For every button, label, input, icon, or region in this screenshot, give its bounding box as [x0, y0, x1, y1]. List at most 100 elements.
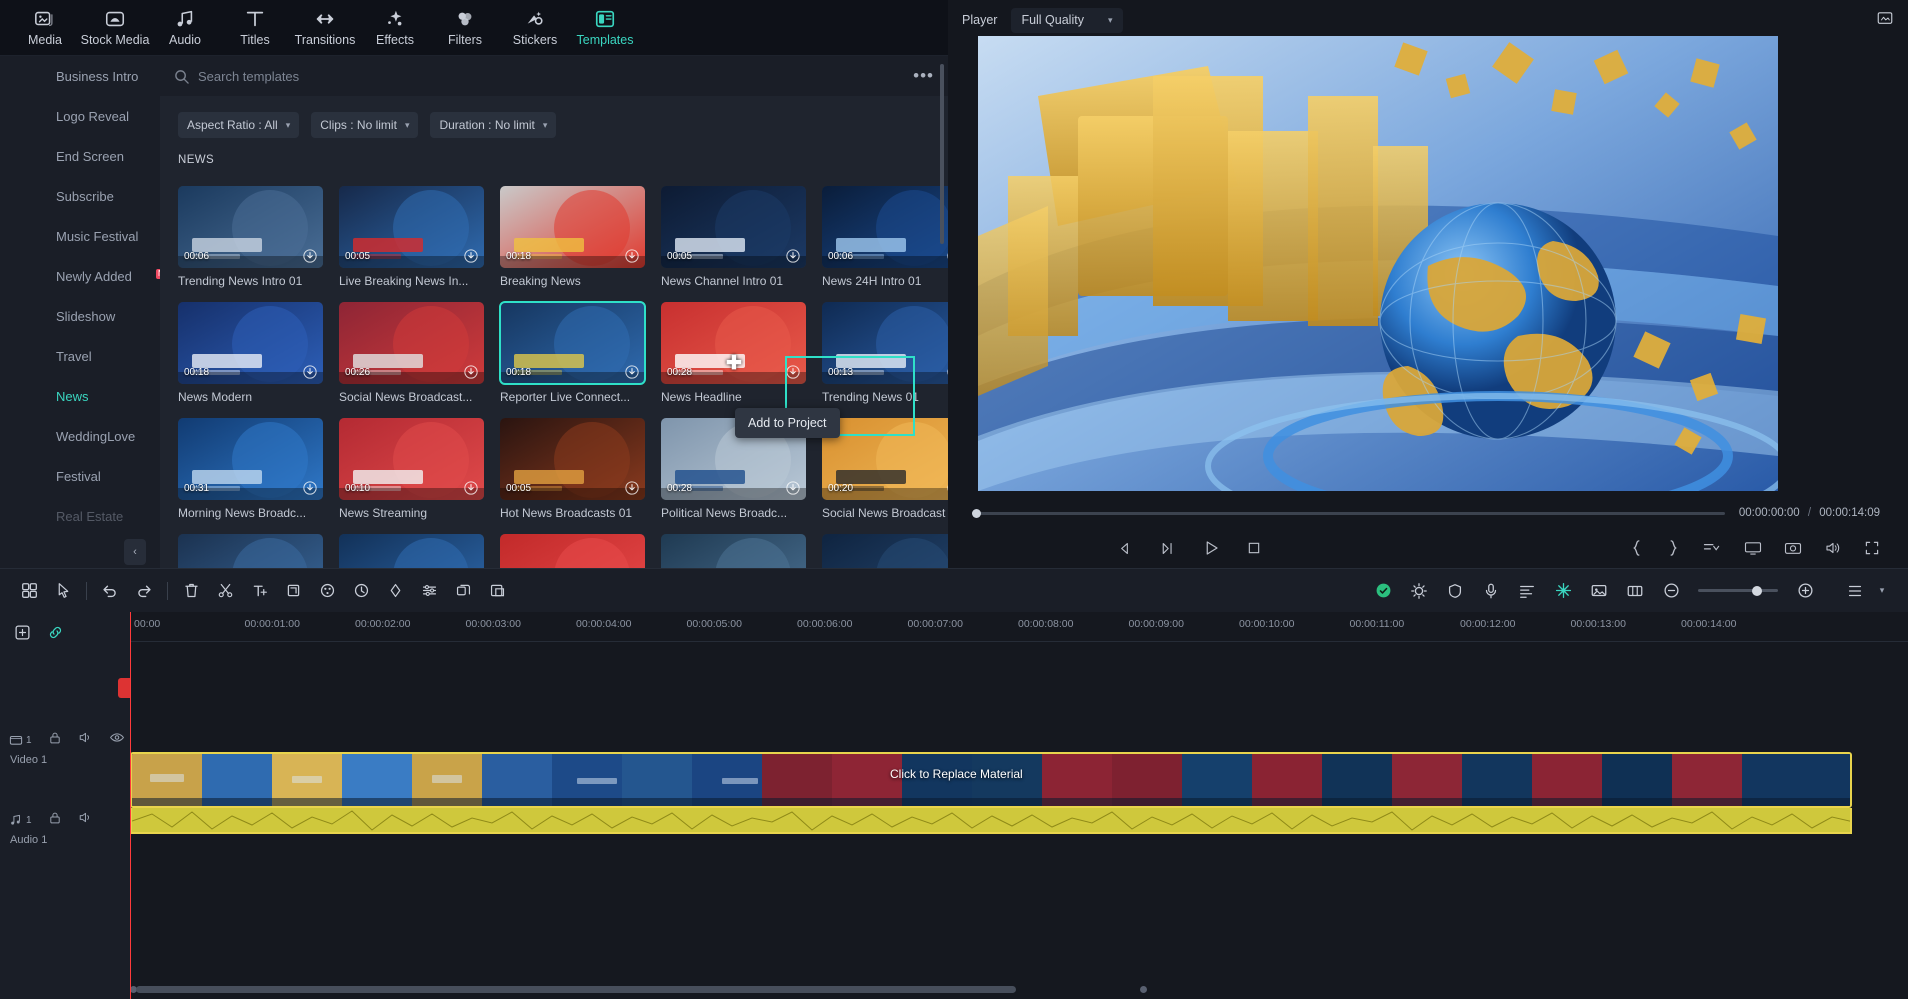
sidebar-item-travel[interactable]: Travel	[0, 336, 160, 376]
download-icon[interactable]	[303, 481, 317, 495]
sidebar-item-business-intro[interactable]: Business Intro	[0, 56, 160, 96]
sidebar-item-subscribe[interactable]: Subscribe	[0, 176, 160, 216]
template-thumbnail[interactable]: 00:06	[178, 186, 323, 268]
audio-mixer-button[interactable]	[412, 576, 446, 606]
template-card[interactable]	[822, 534, 948, 568]
template-card[interactable]: 00:18 Breaking News	[500, 186, 645, 288]
toolbar-item-templates[interactable]: Templates	[570, 2, 640, 54]
toolbar-item-audio[interactable]: Audio	[150, 2, 220, 54]
step-forward-button[interactable]	[1159, 540, 1176, 557]
redo-button[interactable]	[127, 576, 161, 606]
play-button[interactable]	[1202, 539, 1220, 557]
template-card[interactable]	[500, 534, 645, 568]
quality-selector[interactable]: Full Quality ▾	[1011, 7, 1123, 33]
template-thumbnail[interactable]: 00:18	[178, 302, 323, 384]
template-thumbnail[interactable]: 00:13	[822, 302, 948, 384]
mask-button[interactable]	[480, 576, 514, 606]
mute-track-button[interactable]	[78, 730, 93, 750]
template-thumbnail[interactable]	[339, 534, 484, 568]
download-icon[interactable]	[786, 365, 800, 379]
template-thumbnail[interactable]	[178, 534, 323, 568]
template-card[interactable]: 00:20 Social News Broadcast	[822, 418, 948, 520]
volume-button[interactable]	[1824, 540, 1842, 556]
voice-record-button[interactable]	[1474, 576, 1508, 606]
template-thumbnail[interactable]: 00:31	[178, 418, 323, 500]
toolbar-item-filters[interactable]: Filters	[430, 2, 500, 54]
playhead-handle[interactable]	[118, 678, 130, 698]
previous-frame-button[interactable]	[1116, 540, 1133, 557]
download-icon[interactable]	[625, 365, 639, 379]
layout-switch-button[interactable]	[12, 576, 46, 606]
stabilize-button[interactable]	[1438, 576, 1472, 606]
color-adjust-button[interactable]	[1402, 576, 1436, 606]
filter-duration[interactable]: Duration : No limit ▾	[430, 112, 557, 138]
toolbar-item-media[interactable]: Media	[10, 2, 80, 54]
template-thumbnail[interactable]: 00:20	[822, 418, 948, 500]
lock-track-button[interactable]	[48, 811, 62, 830]
template-thumbnail[interactable]: 00:10	[339, 418, 484, 500]
template-card[interactable]: 00:05 Hot News Broadcasts 01	[500, 418, 645, 520]
undo-button[interactable]	[93, 576, 127, 606]
template-card[interactable]: 00:18 Reporter Live Connect...	[499, 301, 646, 404]
color-match-button[interactable]	[310, 576, 344, 606]
link-tracks-button[interactable]	[47, 624, 64, 646]
toolbar-item-stickers[interactable]: Stickers	[500, 2, 570, 54]
subtitle-button[interactable]	[1510, 576, 1544, 606]
template-card[interactable]	[339, 534, 484, 568]
sidebar-item-weddinglove[interactable]: WeddingLove	[0, 416, 160, 456]
download-icon[interactable]	[625, 249, 639, 263]
split-screen-button[interactable]	[1618, 576, 1652, 606]
ai-tools-button[interactable]	[1366, 576, 1400, 606]
template-card[interactable]: 00:05 News Channel Intro 01	[661, 186, 806, 288]
sidebar-item-slideshow[interactable]: Slideshow	[0, 296, 160, 336]
template-card[interactable]: 00:05 Live Breaking News In...	[339, 186, 484, 288]
playhead[interactable]	[118, 612, 131, 999]
sidebar-collapse-button[interactable]: ‹	[124, 539, 146, 565]
template-card[interactable]: 00:06 News 24H Intro 01	[822, 186, 948, 288]
mute-track-button[interactable]	[78, 810, 93, 830]
template-thumbnail[interactable]: 00:18	[499, 301, 646, 385]
zoom-out-button[interactable]	[1654, 576, 1688, 606]
player-snapshot-button[interactable]	[1876, 9, 1894, 32]
template-thumbnail[interactable]	[661, 534, 806, 568]
template-thumbnail[interactable]: 00:05	[661, 186, 806, 268]
sidebar-item-news[interactable]: News	[0, 376, 160, 416]
split-button[interactable]	[208, 576, 242, 606]
template-thumbnail[interactable]: 00:06	[822, 186, 948, 268]
template-thumbnail[interactable]	[822, 534, 948, 568]
template-card[interactable]: 00:06 Trending News Intro 01	[178, 186, 323, 288]
download-icon[interactable]	[464, 249, 478, 263]
toolbar-item-stock-media[interactable]: Stock Media	[80, 2, 150, 54]
templates-scrollbar[interactable]	[940, 64, 944, 244]
sidebar-item-festival[interactable]: Festival	[0, 456, 160, 496]
toolbar-item-titles[interactable]: Titles	[220, 2, 290, 54]
more-options-button[interactable]: •••	[913, 66, 934, 86]
zoom-slider-knob[interactable]	[1752, 585, 1762, 596]
template-thumbnail[interactable]: 00:05	[500, 418, 645, 500]
audio-clip[interactable]	[130, 808, 1852, 834]
toolbar-item-effects[interactable]: Effects	[360, 2, 430, 54]
speed-button[interactable]	[344, 576, 378, 606]
delete-button[interactable]	[174, 576, 208, 606]
search-input[interactable]	[198, 68, 914, 84]
green-screen-button[interactable]	[1582, 576, 1616, 606]
keyframe-menu-button[interactable]	[1702, 541, 1722, 555]
download-icon[interactable]	[464, 365, 478, 379]
scroll-right-handle[interactable]	[1140, 986, 1147, 993]
download-icon[interactable]	[303, 249, 317, 263]
hide-track-button[interactable]	[109, 730, 125, 750]
template-card[interactable]: 00:13 Trending News 01	[822, 302, 948, 404]
template-card[interactable]: 00:10 News Streaming	[339, 418, 484, 520]
timeline-menu-chevron[interactable]: ▾	[1874, 576, 1890, 606]
sidebar-item-real-estate[interactable]: Real Estate	[0, 496, 160, 536]
zoom-in-button[interactable]	[1788, 576, 1822, 606]
fullscreen-button[interactable]	[1864, 540, 1880, 556]
template-card[interactable]	[178, 534, 323, 568]
sidebar-item-logo-reveal[interactable]: Logo Reveal	[0, 96, 160, 136]
timeline-menu-button[interactable]	[1838, 576, 1872, 606]
add-track-button[interactable]	[14, 624, 31, 646]
templates-grid-scroll[interactable]: 00:06 Trending News Intro 01 00:05 Live Bre…	[160, 186, 948, 568]
filter-aspect-ratio[interactable]: Aspect Ratio : All ▾	[178, 112, 300, 138]
mark-out-button[interactable]	[1666, 540, 1680, 556]
display-mode-button[interactable]	[1744, 540, 1762, 556]
